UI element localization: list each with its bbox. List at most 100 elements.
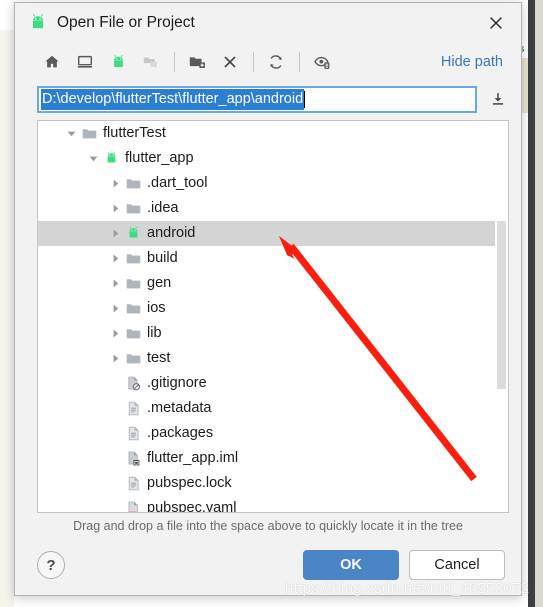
recent-dirs-button (136, 48, 166, 76)
help-button[interactable]: ? (37, 551, 65, 579)
delete-button[interactable] (215, 48, 245, 76)
hide-path-link[interactable]: Hide path (441, 54, 509, 70)
download-icon[interactable] (485, 86, 511, 112)
tree-row-label: pubspec.yaml (147, 500, 237, 512)
path-row: D:\develop\flutterTest\flutter_app\andro… (15, 81, 521, 117)
path-input[interactable]: D:\develop\flutterTest\flutter_app\andro… (37, 85, 477, 113)
folder-icon (124, 275, 142, 293)
android-icon (27, 12, 49, 34)
tree-row-indent (38, 146, 84, 171)
tree-twisty-placeholder (106, 471, 124, 496)
tree-row[interactable]: gen (38, 271, 495, 296)
tree-row-label: .gitignore (147, 375, 207, 391)
tree-row[interactable]: YML pubspec.yaml (38, 496, 495, 512)
android-icon (102, 150, 120, 168)
tree-row-indent (38, 171, 106, 196)
tree-vertical-scrollbar[interactable] (495, 121, 508, 512)
tree-row-indent (38, 221, 106, 246)
chevron-right-icon[interactable] (106, 346, 124, 371)
toolbar-separator (174, 52, 175, 72)
tree-row-indent (38, 471, 106, 496)
tree-row-label: flutterTest (103, 125, 166, 141)
tree-row-label: .metadata (147, 400, 212, 416)
tree-row-indent (38, 421, 106, 446)
dialog-title: Open File or Project (57, 14, 195, 31)
chevron-down-icon[interactable] (84, 146, 102, 171)
tree-row[interactable]: flutter_app.iml (38, 446, 495, 471)
home-button[interactable] (37, 48, 67, 76)
tree-row-label: gen (147, 275, 172, 291)
tree-row[interactable]: .dart_tool (38, 171, 495, 196)
tree-row[interactable]: ios (38, 296, 495, 321)
tree-row[interactable]: .metadata (38, 396, 495, 421)
tree-row-label: .idea (147, 200, 179, 216)
tree-row[interactable]: test (38, 346, 495, 371)
chevron-right-icon[interactable] (106, 321, 124, 346)
dialog-button-row: ? OK Cancel (15, 539, 521, 595)
file-ignore-icon (124, 375, 142, 393)
tree-twisty-placeholder (106, 421, 124, 446)
chevron-right-icon[interactable] (106, 171, 124, 196)
tree-row-indent (38, 321, 106, 346)
ok-button[interactable]: OK (303, 550, 399, 580)
tree-row-indent (38, 121, 62, 146)
desktop-button[interactable] (70, 48, 100, 76)
tree-row-label: flutter_app (125, 150, 194, 166)
tree-row-indent (38, 496, 106, 512)
cancel-button[interactable]: Cancel (409, 550, 505, 580)
show-hidden-button[interactable] (307, 48, 337, 76)
path-input-value: D:\develop\flutterTest\flutter_app\andro… (41, 88, 305, 110)
folder-icon (124, 350, 142, 368)
refresh-button[interactable] (261, 48, 291, 76)
tree-twisty-placeholder (106, 496, 124, 512)
background-left-strip (0, 0, 14, 607)
tree-twisty-placeholder (106, 396, 124, 421)
file-text-icon (124, 425, 142, 443)
chevron-right-icon[interactable] (106, 221, 124, 246)
chevron-right-icon[interactable] (106, 196, 124, 221)
close-icon[interactable] (481, 8, 511, 38)
tree-row[interactable]: .idea (38, 196, 495, 221)
tree-row[interactable]: .packages (38, 421, 495, 446)
tree-row[interactable]: build (38, 246, 495, 271)
tree-row-indent (38, 296, 106, 321)
tree-twisty-placeholder (106, 446, 124, 471)
tree-row[interactable]: pubspec.lock (38, 471, 495, 496)
tree-row[interactable]: lib (38, 321, 495, 346)
toolbar-separator (299, 52, 300, 72)
new-folder-button[interactable] (182, 48, 212, 76)
tree-row-indent (38, 371, 106, 396)
chevron-right-icon[interactable] (106, 296, 124, 321)
tree-row-label: test (147, 350, 171, 366)
folder-icon (124, 175, 142, 193)
drag-drop-hint: Drag and drop a file into the space abov… (73, 519, 463, 533)
tree-row-indent (38, 396, 106, 421)
tree-row-indent (38, 446, 106, 471)
tree-row-label: build (147, 250, 178, 266)
tree-row[interactable]: .gitignore (38, 371, 495, 396)
tree-row-label: .dart_tool (147, 175, 208, 191)
tree-row[interactable]: android (38, 221, 495, 246)
background-right-outer (535, 0, 543, 607)
toolbar-separator (253, 52, 254, 72)
text-caret (304, 90, 306, 108)
chevron-right-icon[interactable] (106, 246, 124, 271)
android-icon (124, 225, 142, 243)
chevron-right-icon[interactable] (106, 271, 124, 296)
dialog-titlebar: Open File or Project (15, 3, 521, 43)
tree-row-label: pubspec.lock (147, 475, 232, 491)
tree-row-indent (38, 196, 106, 221)
file-text-icon (124, 400, 142, 418)
chevron-down-icon[interactable] (62, 121, 80, 146)
dialog-toolbar: Hide path (15, 43, 521, 81)
tree-row[interactable]: flutterTest (38, 121, 495, 146)
tree-scrollbar-thumb[interactable] (497, 221, 506, 389)
folder-icon (124, 200, 142, 218)
tree-twisty-placeholder (106, 371, 124, 396)
tree-row-label: .packages (147, 425, 214, 441)
file-tree-panel: flutterTest flutter_app .dart_tool .idea and… (37, 120, 509, 513)
project-dir-button[interactable] (103, 48, 133, 76)
tree-row-label: lib (147, 325, 162, 341)
file-tree[interactable]: flutterTest flutter_app .dart_tool .idea and… (38, 121, 495, 512)
tree-row[interactable]: flutter_app (38, 146, 495, 171)
